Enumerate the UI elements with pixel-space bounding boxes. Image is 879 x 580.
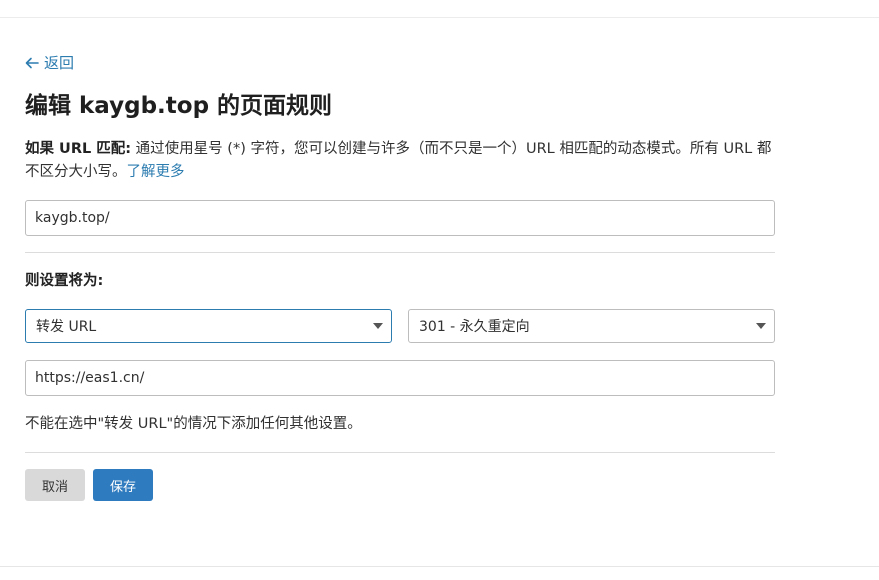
setting-type-select[interactable]: 转发 URL — [25, 309, 392, 343]
save-button[interactable]: 保存 — [93, 469, 153, 501]
learn-more-link[interactable]: 了解更多 — [127, 164, 185, 180]
forwarding-note: 不能在选中"转发 URL"的情况下添加任何其他设置。 — [25, 416, 362, 432]
arrow-left-icon — [25, 57, 39, 69]
status-code-value: 301 - 永久重定向 — [419, 319, 530, 335]
cancel-button[interactable]: 取消 — [25, 469, 85, 501]
back-link[interactable]: 返回 — [25, 53, 74, 73]
settings-label: 则设置将为: — [25, 273, 104, 289]
bottom-divider — [0, 566, 879, 567]
caret-down-icon — [756, 323, 766, 329]
back-link-label: 返回 — [44, 54, 75, 72]
setting-type-value: 转发 URL — [36, 319, 97, 335]
divider — [25, 452, 775, 453]
destination-url-input[interactable] — [25, 360, 775, 396]
match-label: 如果 URL 匹配: — [25, 141, 132, 157]
page-title: 编辑 kaygb.top 的页面规则 — [25, 93, 333, 119]
match-description: 如果 URL 匹配: 通过使用星号 (*) 字符，您可以创建与许多（而不只是一个… — [25, 138, 777, 184]
status-code-select[interactable]: 301 - 永久重定向 — [408, 309, 775, 343]
caret-down-icon — [373, 323, 383, 329]
divider — [25, 252, 775, 253]
url-match-input[interactable] — [25, 200, 775, 236]
top-header-strip — [0, 0, 879, 18]
